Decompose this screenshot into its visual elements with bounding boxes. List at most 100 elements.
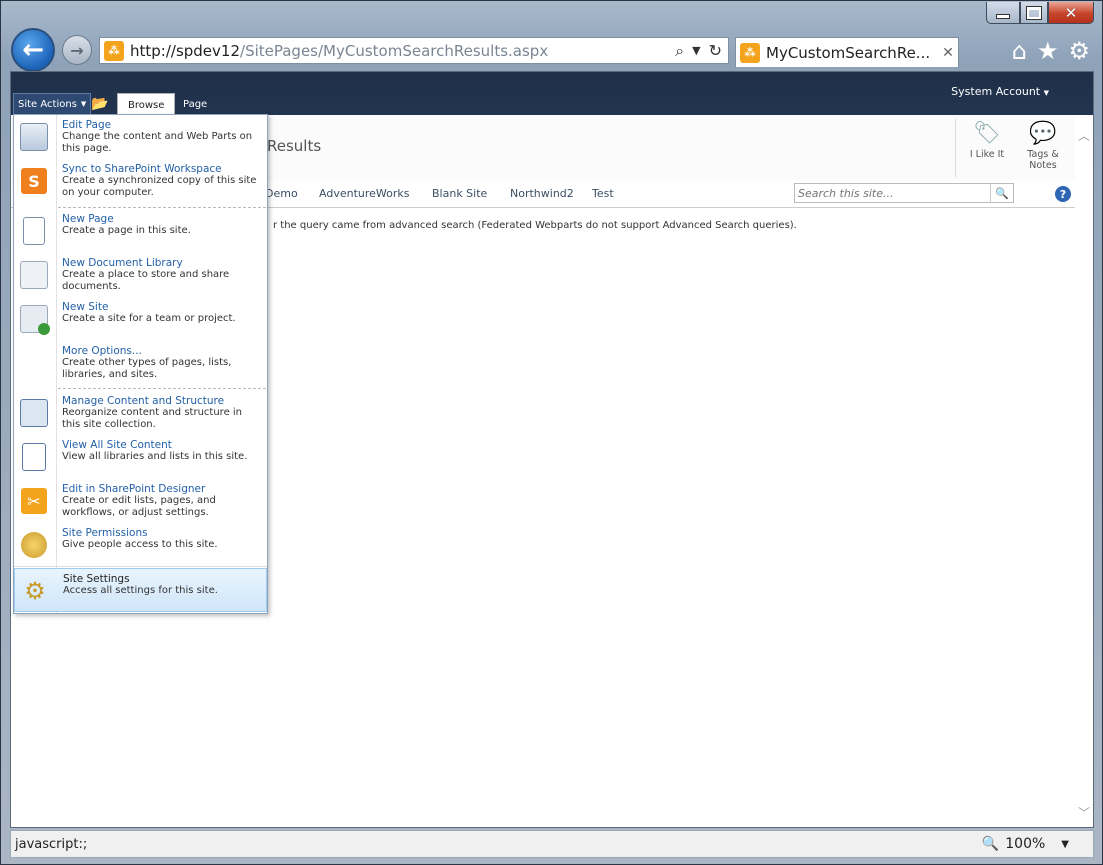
vertical-scrollbar[interactable]: ︿ ﹀ <box>1075 115 1093 827</box>
user-name: System Account <box>951 85 1041 98</box>
menu-item-edit-page[interactable]: Edit Page Change the content and Web Par… <box>14 115 267 159</box>
user-menu[interactable]: System Account ▼ <box>951 85 1049 98</box>
new-page-icon <box>18 215 50 247</box>
i-like-it-label: I Like It <box>969 149 1005 160</box>
divider <box>955 119 956 177</box>
permissions-icon <box>18 529 50 561</box>
menu-item-manage-content[interactable]: Manage Content and Structure Reorganize … <box>14 391 267 435</box>
menu-item-desc: Create a synchronized copy of this site … <box>62 175 257 198</box>
maximize-icon <box>1026 5 1042 20</box>
menu-item-title: Edit Page <box>62 119 112 131</box>
site-actions-menu: Edit Page Change the content and Web Par… <box>13 114 268 614</box>
scroll-up-icon[interactable]: ︿ <box>1078 127 1090 144</box>
search-input[interactable] <box>795 185 990 201</box>
search-message: r the query came from advanced search (F… <box>273 220 797 231</box>
site-actions-label: Site Actions <box>18 98 77 110</box>
browser-window: ✕ ← → ⁂ http://spdev12/SitePages/MyCusto… <box>0 0 1103 865</box>
maximize-button[interactable] <box>1020 2 1048 24</box>
help-icon[interactable]: ? <box>1055 186 1071 202</box>
search-icon: 🔍 <box>995 186 1009 200</box>
tab-page[interactable]: Page <box>173 93 217 115</box>
status-text: javascript:; <box>15 837 88 852</box>
menu-separator <box>58 388 266 389</box>
menu-item-site-settings[interactable]: ⚙ Site Settings Access all settings for … <box>14 568 267 612</box>
more-options-icon <box>18 347 50 379</box>
back-arrow-icon: ← <box>22 35 44 65</box>
menu-item-sharepoint-designer[interactable]: ✂ Edit in SharePoint Designer Create or … <box>14 479 267 523</box>
menu-item-title: Site Settings <box>63 573 130 585</box>
home-icon[interactable]: ⌂ <box>1012 37 1027 65</box>
search-button[interactable]: 🔍 <box>990 184 1013 202</box>
nav-item-test[interactable]: Test <box>592 187 614 200</box>
document-library-icon <box>18 259 50 291</box>
menu-item-site-permissions[interactable]: Site Permissions Give people access to t… <box>14 523 267 567</box>
menu-item-title: New Document Library <box>62 257 183 269</box>
nav-item-northwind2[interactable]: Northwind2 <box>510 187 574 200</box>
url-text[interactable]: http://spdev12/SitePages/MyCustomSearchR… <box>130 42 548 60</box>
site-actions-button[interactable]: Site Actions ▼ <box>13 93 92 115</box>
search-icon[interactable]: ⌕ <box>675 41 684 61</box>
window-controls: ✕ <box>986 2 1094 24</box>
tools-gear-icon[interactable]: ⚙ <box>1068 37 1090 65</box>
menu-item-desc: Create a site for a team or project. <box>62 313 236 324</box>
menu-item-new-page[interactable]: New Page Create a page in this site. <box>14 209 267 253</box>
nav-item-demo[interactable]: Demo <box>265 187 298 200</box>
nav-item-adventureworks[interactable]: AdventureWorks <box>319 187 409 200</box>
menu-item-desc: Give people access to this site. <box>62 539 218 550</box>
menu-item-title: More Options... <box>62 345 142 357</box>
address-bar[interactable]: ⁂ http://spdev12/SitePages/MyCustomSearc… <box>99 37 729 64</box>
minimize-button[interactable] <box>986 2 1020 24</box>
i-like-it-button[interactable]: 🏷 I Like It <box>959 121 1015 160</box>
menu-item-desc: Change the content and Web Parts on this… <box>62 131 253 154</box>
tab-browse[interactable]: Browse <box>117 93 176 116</box>
menu-item-desc: Create other types of pages, lists, libr… <box>62 357 232 380</box>
tags-notes-button[interactable]: 💬 Tags & Notes <box>1015 121 1071 171</box>
manage-content-icon <box>18 397 50 429</box>
scroll-down-icon[interactable]: ﹀ <box>1078 804 1090 821</box>
new-site-icon <box>18 303 50 335</box>
sharepoint-workspace-icon: S <box>18 165 50 197</box>
navigate-up-icon[interactable]: 📂 <box>91 96 108 112</box>
menu-item-title: Manage Content and Structure <box>62 395 225 407</box>
refresh-icon[interactable]: ↻ <box>709 41 722 60</box>
close-window-button[interactable]: ✕ <box>1048 2 1094 24</box>
minimize-icon <box>996 14 1010 19</box>
menu-item-desc: Reorganize content and structure in this… <box>62 407 243 430</box>
forward-button[interactable]: → <box>62 35 92 65</box>
favorites-star-icon[interactable]: ★ <box>1037 37 1059 65</box>
menu-item-new-document-library[interactable]: New Document Library Create a place to s… <box>14 253 267 297</box>
menu-item-desc: Access all settings for this site. <box>63 585 218 596</box>
dropdown-icon[interactable]: ▼ <box>692 44 700 57</box>
forward-arrow-icon: → <box>70 40 84 60</box>
tab-close-icon[interactable]: ✕ <box>938 45 958 61</box>
menu-item-more-options[interactable]: More Options... Create other types of pa… <box>14 341 267 387</box>
zoom-icon: 🔍 <box>981 836 1000 852</box>
chevron-down-icon: ▼ <box>80 100 87 108</box>
close-icon: ✕ <box>1064 3 1078 22</box>
menu-item-title: View All Site Content <box>62 439 172 451</box>
tab-title: MyCustomSearchRe... <box>766 43 931 62</box>
menu-item-desc: Create or edit lists, pages, and workflo… <box>62 495 216 518</box>
menu-item-sync-workspace[interactable]: S Sync to SharePoint Workspace Create a … <box>14 159 267 207</box>
sharepoint-favicon-icon: ⁂ <box>104 40 124 61</box>
nav-item-blank-site[interactable]: Blank Site <box>432 187 487 200</box>
back-button[interactable]: ← <box>11 28 55 72</box>
menu-separator <box>14 566 267 567</box>
site-content-icon <box>18 441 50 473</box>
browser-toolbar-right: ⌂ ★ ⚙ <box>1012 37 1090 65</box>
settings-gear-icon: ⚙ <box>24 577 46 605</box>
zoom-control[interactable]: 🔍 100% ▼ <box>982 836 1069 852</box>
browser-tab[interactable]: ⁂ MyCustomSearchRe... ✕ <box>735 37 959 67</box>
menu-item-desc: Create a page in this site. <box>62 225 191 236</box>
edit-page-icon <box>18 121 50 153</box>
menu-item-title: Edit in SharePoint Designer <box>62 483 206 495</box>
notes-icon: 💬 <box>1029 121 1057 146</box>
chevron-down-icon[interactable]: ▼ <box>1061 839 1069 850</box>
menu-item-title: New Site <box>62 301 109 313</box>
menu-item-view-all-content[interactable]: View All Site Content View all libraries… <box>14 435 267 479</box>
menu-item-title: New Page <box>62 213 114 225</box>
url-path: /SitePages/MyCustomSearchResults.aspx <box>240 41 549 60</box>
status-bar: javascript:; 🔍 100% ▼ <box>10 830 1094 858</box>
menu-item-new-site[interactable]: New Site Create a site for a team or pro… <box>14 297 267 341</box>
sharepoint-designer-icon: ✂ <box>18 485 50 517</box>
